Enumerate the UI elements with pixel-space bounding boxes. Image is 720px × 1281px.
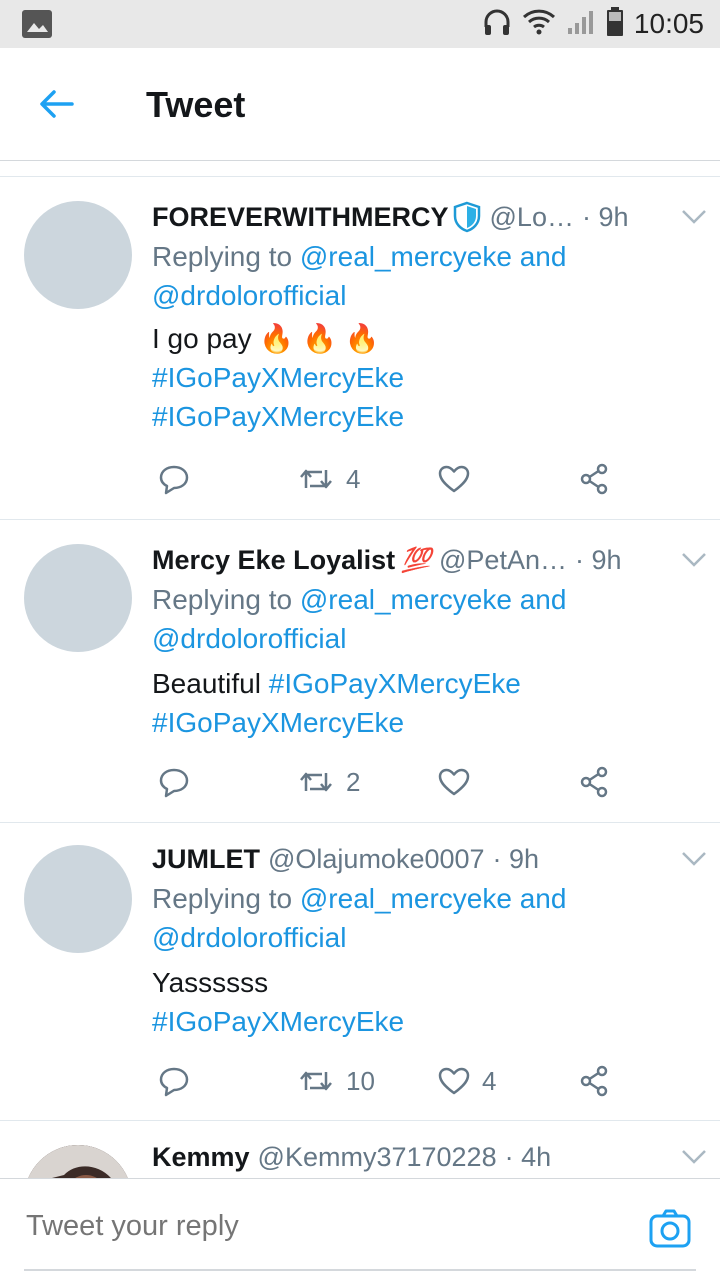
camera-icon	[649, 1209, 691, 1248]
tweet-item[interactable]: FOREVERWITHMERCY @Lo… · 9h Replying to @…	[0, 177, 720, 520]
reply-button[interactable]	[158, 762, 190, 802]
replying-and[interactable]: and	[512, 584, 567, 615]
mention-link[interactable]: @drdolorofficial	[152, 280, 346, 311]
input-underline	[24, 1269, 696, 1271]
author-handle[interactable]: @Olajumoke0007	[268, 844, 485, 875]
replying-label: Replying to	[152, 241, 300, 272]
replying-label: Replying to	[152, 584, 300, 615]
camera-button[interactable]	[648, 1207, 692, 1251]
retweet-count: 2	[346, 766, 361, 797]
avatar[interactable]	[24, 201, 132, 309]
page-title: Tweet	[146, 84, 246, 125]
tweet-item[interactable]: Mercy Eke Loyalist 💯 @PetAn… · 9h Replyi…	[0, 520, 720, 823]
tweet-text: Yassssss	[152, 967, 269, 998]
tweet-time: · 9h	[574, 544, 622, 575]
share-button[interactable]	[578, 762, 610, 802]
retweet-icon	[300, 772, 332, 792]
replying-label: Replying to	[152, 883, 300, 914]
hashtag-link[interactable]: #IGoPayXMercyEke	[152, 401, 404, 432]
hashtag-link[interactable]: #IGoPayXMercyEke	[152, 1006, 404, 1037]
retweet-count: 4	[346, 463, 361, 494]
back-button[interactable]	[36, 84, 76, 124]
hashtag-link[interactable]: #IGoPayXMercyEke	[269, 668, 521, 699]
like-icon	[438, 768, 470, 796]
like-button[interactable]	[438, 762, 482, 802]
author-name[interactable]: FOREVERWITHMERCY	[152, 202, 449, 233]
author-name[interactable]: JUMLET	[152, 844, 260, 875]
like-icon	[438, 465, 470, 493]
share-icon	[580, 1065, 608, 1097]
mention-link[interactable]: @real_mercyeke	[300, 883, 512, 914]
hashtag-link[interactable]: #IGoPayXMercyEke	[152, 707, 404, 738]
like-button[interactable]: 4	[438, 1061, 496, 1101]
mention-link[interactable]: @drdolorofficial	[152, 623, 346, 654]
reply-composer	[0, 1178, 720, 1281]
chevron-down-icon[interactable]	[680, 207, 708, 227]
reply-icon	[159, 1067, 189, 1097]
retweet-button[interactable]: 4	[298, 459, 360, 499]
mention-link[interactable]: @real_mercyeke	[300, 584, 512, 615]
author-name[interactable]: Mercy Eke Loyalist	[152, 545, 395, 576]
signal-icon	[566, 8, 596, 41]
retweet-button[interactable]: 10	[298, 1061, 375, 1101]
share-button[interactable]	[578, 1061, 610, 1101]
reply-icon	[159, 768, 189, 798]
shield-icon	[453, 201, 480, 233]
tweet-text: I go pay	[152, 323, 260, 354]
back-arrow-icon	[40, 90, 74, 118]
hundred-emoji: 💯	[401, 546, 432, 574]
author-handle[interactable]: @PetAn…	[439, 545, 567, 576]
like-button[interactable]	[438, 459, 482, 499]
share-icon	[580, 463, 608, 495]
clock: 10:05	[633, 8, 704, 39]
fire-emoji: 🔥 🔥 🔥	[259, 323, 380, 354]
reply-button[interactable]	[158, 459, 190, 499]
headphones-icon	[482, 7, 512, 42]
reply-button[interactable]	[158, 1061, 190, 1101]
replying-and[interactable]: and	[512, 883, 567, 914]
chevron-down-icon[interactable]	[680, 849, 708, 869]
tweet-text: Beautiful	[152, 668, 269, 699]
chevron-down-icon[interactable]	[680, 550, 708, 570]
replying-and[interactable]: and	[512, 241, 567, 272]
status-bar: 10:05	[0, 0, 720, 48]
reply-input[interactable]	[24, 1209, 608, 1244]
app-bar: Tweet	[0, 48, 720, 161]
author-handle[interactable]: @Kemmy37170228	[258, 1142, 497, 1173]
hashtag-link[interactable]: #IGoPayXMercyEke	[152, 362, 404, 393]
share-button[interactable]	[578, 459, 610, 499]
retweet-icon	[300, 469, 332, 489]
share-icon	[580, 766, 608, 798]
avatar[interactable]	[24, 845, 132, 953]
image-icon	[22, 10, 52, 43]
chevron-down-icon[interactable]	[680, 1147, 708, 1167]
author-handle[interactable]: @Lo…	[490, 202, 574, 233]
tweet-item[interactable]: Kemmy @Kemmy37170228 · 4h	[0, 1121, 720, 1178]
avatar[interactable]	[24, 544, 132, 652]
battery-icon	[606, 6, 624, 42]
reply-icon	[159, 465, 189, 495]
avatar-photo	[24, 1145, 132, 1178]
mention-link[interactable]: @real_mercyeke	[300, 241, 512, 272]
retweet-button[interactable]: 2	[298, 762, 360, 802]
tweet-time: · 9h	[581, 201, 629, 232]
author-name[interactable]: Kemmy	[152, 1142, 250, 1173]
tweet-time: · 4h	[504, 1141, 552, 1172]
tweet-time: · 9h	[492, 843, 540, 874]
mention-link[interactable]: @drdolorofficial	[152, 922, 346, 953]
wifi-icon	[522, 8, 556, 41]
like-icon	[438, 1067, 470, 1095]
like-count: 4	[482, 1065, 497, 1096]
tweet-item[interactable]: JUMLET @Olajumoke0007 · 9h Replying to @…	[0, 823, 720, 1121]
retweet-icon	[300, 1071, 332, 1091]
retweet-count: 10	[346, 1065, 375, 1096]
avatar[interactable]	[24, 1145, 132, 1178]
